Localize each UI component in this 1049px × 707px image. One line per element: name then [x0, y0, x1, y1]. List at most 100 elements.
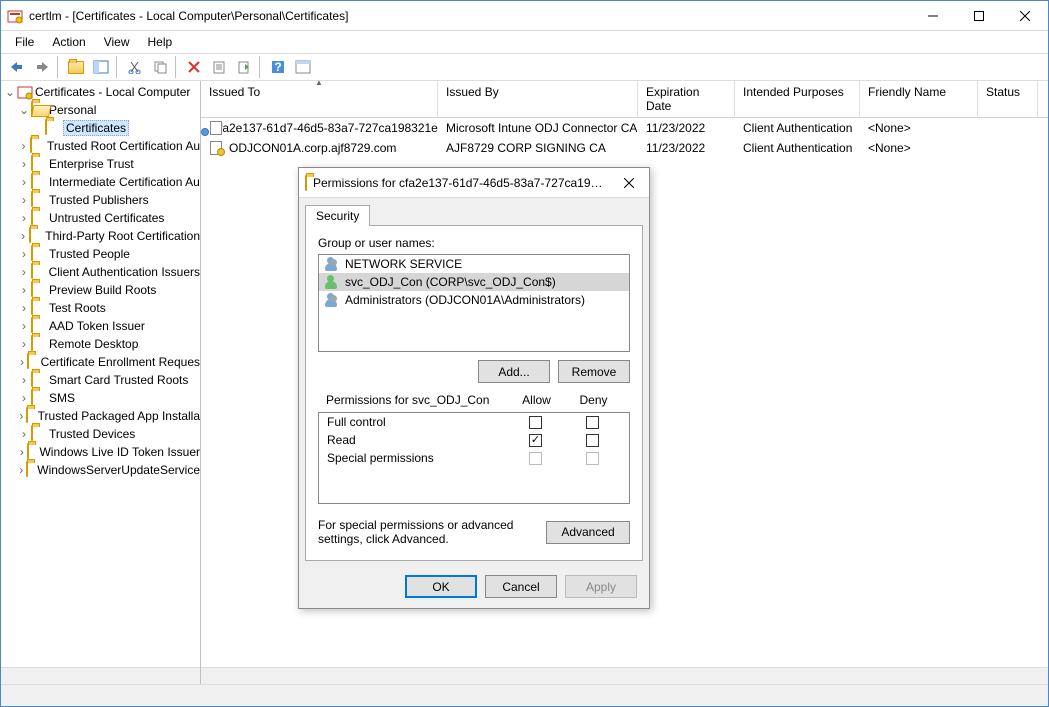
maximize-button[interactable] [956, 1, 1002, 31]
allow-checkbox[interactable]: ✓ [529, 434, 542, 447]
export-button[interactable] [232, 56, 256, 78]
up-button[interactable] [64, 56, 88, 78]
expand-icon[interactable]: › [17, 139, 30, 153]
expand-icon[interactable]: › [17, 319, 31, 333]
expand-icon[interactable]: › [17, 391, 31, 405]
back-button[interactable] [5, 56, 29, 78]
delete-button[interactable] [182, 56, 206, 78]
menu-help[interactable]: Help [140, 33, 181, 51]
expand-icon[interactable]: › [17, 301, 31, 315]
show-hide-tree-button[interactable] [89, 56, 113, 78]
folder-icon [27, 354, 39, 370]
expand-icon[interactable]: › [17, 355, 27, 369]
folder-icon [27, 444, 38, 460]
allow-checkbox[interactable] [529, 416, 542, 429]
tree-item[interactable]: › Client Authentication Issuers [1, 263, 200, 281]
dialog-title: Permissions for cfa2e137-61d7-46d5-83a7-… [313, 176, 609, 190]
tree-item[interactable]: › Intermediate Certification Au [1, 173, 200, 191]
user-icon [323, 292, 339, 308]
tree-item-label: Intermediate Certification Au [49, 175, 200, 189]
expand-icon[interactable]: › [17, 283, 31, 297]
expand-icon[interactable]: › [17, 445, 27, 459]
tree-item-label: Client Authentication Issuers [49, 265, 200, 279]
help-button[interactable]: ? [266, 56, 290, 78]
tab-security[interactable]: Security [305, 205, 370, 226]
tree-item[interactable]: ›Trusted Publishers [1, 191, 200, 209]
list-cell: AJF8729 CORP SIGNING CA [438, 141, 638, 155]
group-user-item[interactable]: Administrators (ODJCON01A\Administrators… [319, 291, 629, 309]
tree-item-label: Untrusted Certificates [49, 211, 164, 225]
tree-horizontal-scrollbar[interactable] [1, 667, 200, 684]
tree-item[interactable]: ›Trusted Packaged App Installa [1, 407, 200, 425]
expand-icon[interactable]: › [17, 337, 31, 351]
group-user-item[interactable]: NETWORK SERVICE [319, 255, 629, 273]
col-expiration[interactable]: Expiration Date [638, 81, 735, 117]
col-status[interactable]: Status [978, 81, 1038, 117]
cut-button[interactable] [123, 56, 147, 78]
tree-item[interactable]: ›Certificate Enrollment Reques [1, 353, 200, 371]
tree-item[interactable]: ›Trusted Root Certification Au [1, 137, 200, 155]
col-issued-by[interactable]: Issued By [438, 81, 638, 117]
advanced-button[interactable]: Advanced [546, 521, 630, 544]
collapse-icon[interactable]: ⌄ [3, 85, 17, 99]
list-horizontal-scrollbar[interactable] [201, 667, 1048, 684]
expand-icon[interactable]: › [17, 211, 31, 225]
expand-icon[interactable]: › [17, 373, 31, 387]
group-user-list[interactable]: NETWORK SERVICEsvc_ODJ_Con (CORP\svc_ODJ… [318, 254, 630, 352]
expand-icon[interactable]: › [17, 463, 26, 477]
collapse-icon[interactable]: ⌄ [17, 103, 31, 117]
expand-icon[interactable]: › [17, 409, 26, 423]
tree-personal[interactable]: ⌄ Personal [1, 101, 200, 119]
tree-item[interactable]: ›Enterprise Trust [1, 155, 200, 173]
expand-icon[interactable]: › [17, 265, 31, 279]
folder-icon [305, 176, 307, 190]
deny-checkbox[interactable] [586, 434, 599, 447]
ok-button[interactable]: OK [405, 575, 477, 598]
menu-file[interactable]: File [7, 33, 42, 51]
properties-button[interactable] [207, 56, 231, 78]
folder-icon [31, 336, 47, 352]
menu-view[interactable]: View [96, 33, 138, 51]
group-user-item[interactable]: svc_ODJ_Con (CORP\svc_ODJ_Con$) [319, 273, 629, 291]
tree-item[interactable]: ›Test Roots [1, 299, 200, 317]
expand-icon[interactable]: › [17, 247, 31, 261]
dialog-close-button[interactable] [615, 172, 643, 194]
tree-item[interactable]: ›WindowsServerUpdateService [1, 461, 200, 479]
tree-item[interactable]: ›AAD Token Issuer [1, 317, 200, 335]
deny-checkbox [586, 452, 599, 465]
add-button[interactable]: Add... [478, 360, 550, 383]
list-row[interactable]: ODJCON01A.corp.ajf8729.comAJF8729 CORP S… [201, 138, 1048, 158]
user-icon [323, 274, 339, 290]
deny-checkbox[interactable] [586, 416, 599, 429]
apply-button[interactable]: Apply [565, 575, 637, 598]
list-row[interactable]: cfa2e137-61d7-46d5-83a7-727ca198321eMicr… [201, 118, 1048, 138]
list-cell: 11/23/2022 [638, 141, 735, 155]
menu-action[interactable]: Action [44, 33, 93, 51]
tree-root[interactable]: ⌄ Certificates - Local Computer [1, 83, 200, 101]
col-purposes[interactable]: Intended Purposes [735, 81, 860, 117]
minimize-button[interactable] [910, 1, 956, 31]
expand-icon[interactable]: › [17, 229, 29, 243]
expand-icon[interactable]: › [17, 193, 31, 207]
expand-icon[interactable]: › [17, 427, 31, 441]
tree[interactable]: ⌄ Certificates - Local Computer ⌄ Person… [1, 81, 200, 667]
tree-item[interactable]: ›Third-Party Root Certification [1, 227, 200, 245]
tree-item[interactable]: ›Preview Build Roots [1, 281, 200, 299]
menu-bar: File Action View Help [1, 31, 1048, 54]
copy-button[interactable] [148, 56, 172, 78]
status-bar [1, 684, 1048, 706]
tree-item[interactable]: ›Smart Card Trusted Roots [1, 371, 200, 389]
remove-button[interactable]: Remove [558, 360, 630, 383]
close-button[interactable] [1002, 1, 1048, 31]
folder-icon [29, 228, 43, 244]
expand-icon[interactable]: › [17, 157, 31, 171]
window-title: certlm - [Certificates - Local Computer\… [29, 9, 910, 23]
col-friendly[interactable]: Friendly Name [860, 81, 978, 117]
cancel-button[interactable]: Cancel [485, 575, 557, 598]
expand-icon[interactable]: › [17, 175, 31, 189]
col-issued-to[interactable]: Issued To▲ [201, 81, 438, 117]
tree-item-label: Trusted Devices [49, 427, 135, 441]
folder-icon [31, 210, 47, 226]
refresh-button[interactable] [291, 56, 315, 78]
forward-button[interactable] [30, 56, 54, 78]
